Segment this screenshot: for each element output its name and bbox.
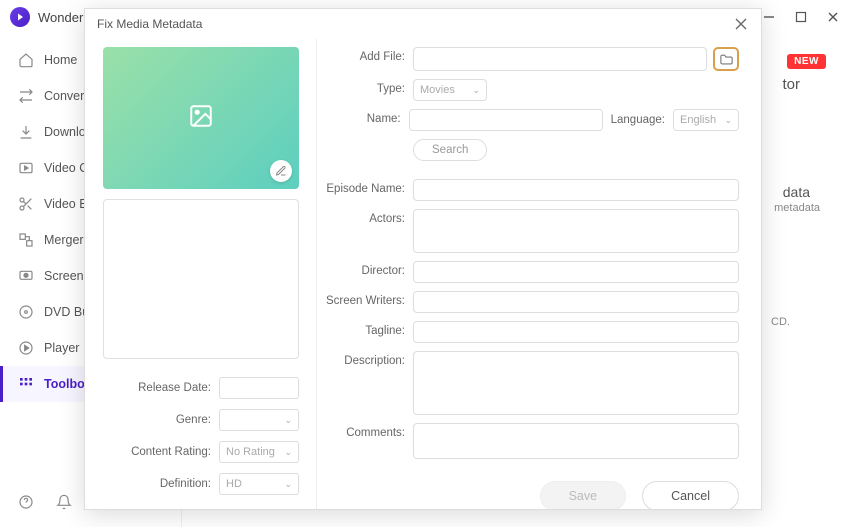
sidebar-item-label: Home	[44, 53, 77, 67]
home-icon	[18, 52, 34, 68]
fix-metadata-modal: Fix Media Metadata Release Date: Genre: …	[84, 8, 762, 510]
content-rating-label: Content Rating:	[103, 446, 219, 458]
window-minimize-button[interactable]	[762, 10, 776, 24]
name-input[interactable]	[409, 109, 603, 131]
director-label: Director:	[317, 261, 413, 277]
type-select[interactable]: Movies⌄	[413, 79, 487, 101]
chevron-down-icon: ⌄	[724, 115, 732, 126]
release-date-label: Release Date:	[103, 382, 219, 394]
writers-label: Screen Writers:	[317, 291, 413, 307]
disc-icon	[18, 304, 34, 320]
director-input[interactable]	[413, 261, 739, 283]
episode-label: Episode Name:	[317, 179, 413, 195]
app-name: Wonder	[38, 10, 83, 25]
bg-title: tor	[782, 76, 800, 93]
add-file-field[interactable]	[413, 47, 707, 71]
sidebar-item-label: Player	[44, 341, 79, 355]
episode-input[interactable]	[413, 179, 739, 201]
content-rating-select[interactable]: No Rating⌄	[219, 441, 299, 463]
scissors-icon	[18, 196, 34, 212]
play-icon	[18, 340, 34, 356]
recorder-icon	[18, 268, 34, 284]
browse-file-button[interactable]	[713, 47, 739, 71]
edit-cover-button[interactable]	[270, 160, 292, 182]
name-label: Name:	[317, 109, 409, 125]
merger-icon	[18, 232, 34, 248]
toolbox-icon	[18, 376, 34, 392]
writers-input[interactable]	[413, 291, 739, 313]
new-badge: NEW	[787, 54, 826, 69]
compressor-icon	[18, 160, 34, 176]
image-placeholder-icon	[188, 103, 214, 132]
save-button[interactable]: Save	[540, 481, 627, 509]
comments-input[interactable]	[413, 423, 739, 459]
modal-title: Fix Media Metadata	[97, 17, 202, 31]
add-file-label: Add File:	[317, 47, 413, 63]
chevron-down-icon: ⌄	[284, 479, 292, 490]
chevron-down-icon: ⌄	[284, 415, 292, 426]
comments-label: Comments:	[317, 423, 413, 439]
modal-close-button[interactable]	[733, 16, 749, 32]
description-input[interactable]	[413, 351, 739, 415]
search-results-list[interactable]	[103, 199, 299, 360]
search-button[interactable]: Search	[413, 139, 487, 161]
tagline-input[interactable]	[413, 321, 739, 343]
window-maximize-button[interactable]	[794, 10, 808, 24]
bg-text: CD.	[771, 316, 790, 328]
converter-icon	[18, 88, 34, 104]
app-logo-icon	[10, 7, 30, 27]
cover-thumbnail	[103, 47, 299, 189]
window-close-button[interactable]	[826, 10, 840, 24]
bg-sub1: data	[783, 184, 810, 200]
sidebar-item-label: Merger	[44, 233, 84, 247]
download-icon	[18, 124, 34, 140]
cancel-button[interactable]: Cancel	[642, 481, 739, 509]
genre-label: Genre:	[103, 414, 219, 426]
actors-input[interactable]	[413, 209, 739, 253]
chevron-down-icon: ⌄	[284, 447, 292, 458]
type-label: Type:	[317, 79, 413, 95]
definition-label: Definition:	[103, 478, 219, 490]
language-select[interactable]: English⌄	[673, 109, 739, 131]
tagline-label: Tagline:	[317, 321, 413, 337]
description-label: Description:	[317, 351, 413, 367]
actors-label: Actors:	[317, 209, 413, 225]
chevron-down-icon: ⌄	[472, 85, 480, 96]
release-date-input[interactable]	[219, 377, 299, 399]
bell-icon[interactable]	[56, 494, 72, 513]
definition-select[interactable]: HD⌄	[219, 473, 299, 495]
help-icon[interactable]	[18, 494, 34, 513]
genre-select[interactable]: ⌄	[219, 409, 299, 431]
language-label: Language:	[611, 114, 665, 126]
bg-sub2: metadata	[774, 202, 820, 214]
